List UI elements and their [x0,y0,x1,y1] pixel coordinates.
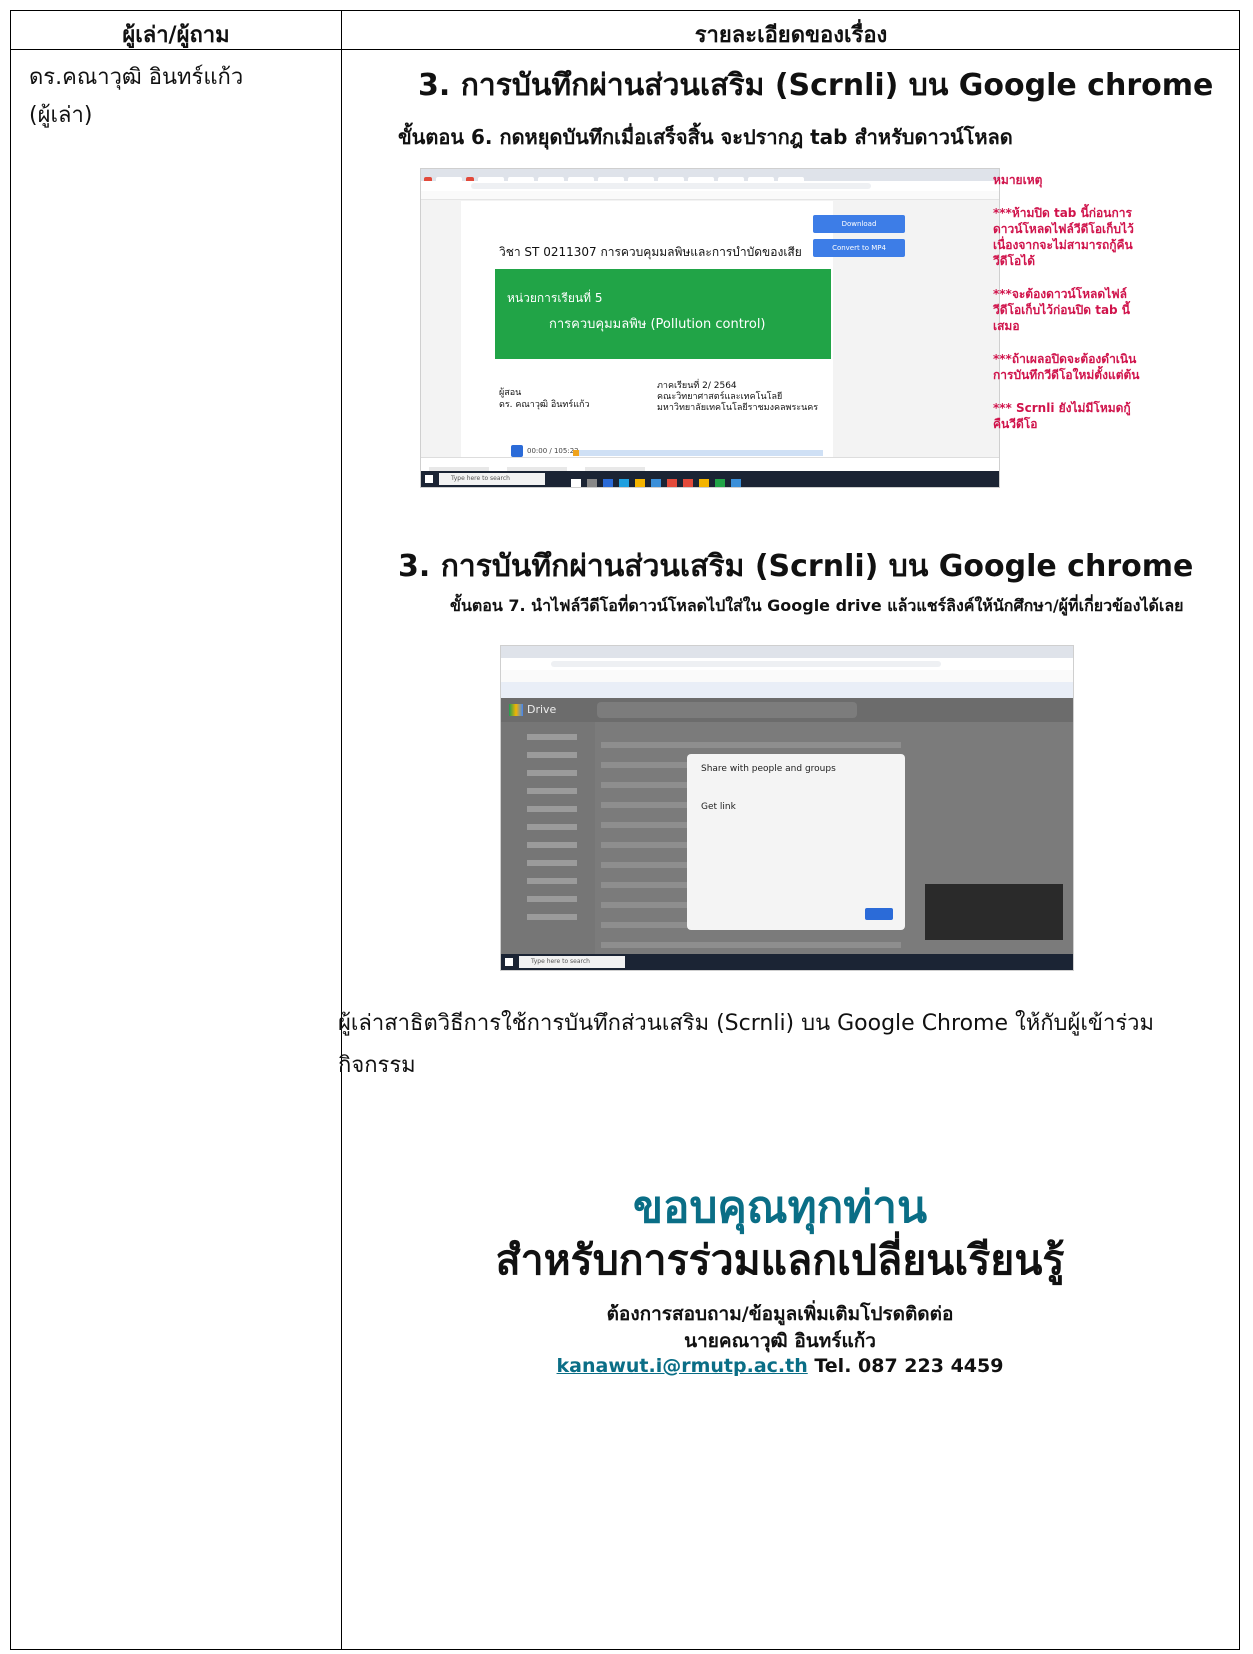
dialog-get-link: Get link [701,802,736,812]
drive-search [597,702,857,718]
download-button: Download [813,215,905,233]
uploads-panel [925,884,1063,940]
notes-title: หมายเหตุ [993,173,1043,187]
slide1-title: 3. การบันทึกผ่านส่วนเสริม (Scrnli) บน Go… [418,68,1214,103]
download-shelf [421,457,999,473]
slide2-title: 3. การบันทึกผ่านส่วนเสริม (Scrnli) บน Go… [398,549,1194,584]
play-icon [511,445,523,457]
windows-taskbar: Type here to search [421,471,999,487]
dialog-share-title: Share with people and groups [701,764,836,774]
screenshot-scrnli-download: วิชา ST 0211307 การควบคุมมลพิษและการบำบั… [420,168,1000,488]
video-player: 00:00 / 105:23 [495,445,831,457]
slide1-step: ขั้นตอน 6. กดหยุดบันทึกเมื่อเสร็จสิ้น จะ… [398,125,1013,149]
done-button [865,908,893,920]
screenshot-google-drive: Drive Share with people and groups Get l… [500,645,1074,971]
drive-logo: Drive [509,703,556,716]
share-dialog: Share with people and groups Get link [687,754,905,930]
drive-icon [509,704,523,716]
note-1: ***ห้ามปิด tab นี้ก่อนการดาวน์โหลดไฟล์วี… [993,206,1134,268]
ppt-unit-banner: หน่วยการเรียนที่ 5 การควบคุมมลพิษ (Pollu… [495,269,831,359]
ppt-unit-name: การควบคุมมลพิษ (Pollution control) [549,317,766,332]
header-details: รายละเอียดของเรื่อง [694,23,888,48]
narrator-cell: ดร.คณาวุฒิ อินทร์แก้ว (ผู้เล่า) [29,59,243,135]
thanks-subheading: สำหรับการร่วมแลกเปลี่ยนเรียนรู้ [495,1236,1065,1284]
note-2: ***จะต้องดาวน์โหลดไฟล์วีดีโอเก็บไว้ก่อนป… [993,287,1131,333]
contact-email-link[interactable]: kanawut.i@rmutp.ac.th [557,1355,808,1377]
taskbar-search: Type here to search [439,473,545,485]
taskbar-search: Type here to search [519,956,625,968]
windows-taskbar: Type here to search [501,954,1073,970]
story-description: ผู้เล่าสาธิตวิธีการใช้การบันทึกส่วนเสริม… [338,1011,1154,1078]
browser-tabs [421,169,999,184]
progress-track [573,450,823,456]
bookmarks-bar [501,670,1073,682]
progress-thumb [573,450,579,456]
taskbar-apps [571,474,747,487]
windows-start-icon [505,958,513,966]
slide2-step: ขั้นตอน 7. นำไฟล์วีดีโอที่ดาวน์โหลดไปใส่… [450,596,1184,615]
bookmarks-bar [421,191,999,200]
powerpoint-preview: วิชา ST 0211307 การควบคุมมลพิษและการบำบั… [461,201,833,457]
ppt-teacher: ผู้สอน ดร. คณาวุฒิ อินทร์แก้ว [499,387,590,411]
column-divider [341,11,342,1649]
ppt-teacher-label: ผู้สอน [499,388,522,398]
drive-header: Drive [501,698,1073,722]
info-bar [501,682,1073,698]
narrator-name: ดร.คณาวุฒิ อินทร์แก้ว [29,65,244,90]
contact-prompt: ต้องการสอบถาม/ข้อมูลเพิ่มเติมโปรดติดต่อ [606,1303,954,1325]
ppt-university: มหาวิทยาลัยเทคโนโลยีราชมงคลพระนคร [657,403,819,413]
contact-details: kanawut.i@rmutp.ac.th Tel. 087 223 4459 [340,1355,1220,1377]
notes-column: หมายเหตุ ***ห้ามปิด tab นี้ก่อนการดาวน์โ… [993,172,1143,449]
player-time: 00:00 / 105:23 [527,447,579,455]
browser-address-bar [501,658,1073,670]
browser-tabs [501,646,1073,658]
narrator-role: (ผู้เล่า) [29,103,93,128]
windows-start-icon [425,475,433,483]
note-3: ***ถ้าเผลอปิดจะต้องดำเนินการบันทึกวีดีโอ… [993,352,1140,382]
ppt-term-text: ภาคเรียนที่ 2/ 2564 [657,381,737,391]
convert-button: Convert to MP4 [813,239,905,257]
contact-name: นายคณาวุฒิ อินทร์แก้ว [684,1330,876,1352]
contact-phone: Tel. 087 223 4459 [814,1355,1004,1377]
ppt-term: ภาคเรียนที่ 2/ 2564 คณะวิทยาศาสตร์และเทค… [657,381,818,414]
drive-sidebar [501,722,595,954]
ppt-unit: หน่วยการเรียนที่ 5 [507,291,603,305]
drive-label: Drive [527,703,557,716]
ppt-teacher-name: ดร. คณาวุฒิ อินทร์แก้ว [499,400,590,410]
note-4: *** Scrnli ยังไม่มีโหมดกู้คืนวีดีโอ [993,401,1131,431]
ppt-faculty: คณะวิทยาศาสตร์และเทคโนโลยี [657,392,783,402]
ppt-course: วิชา ST 0211307 การควบคุมมลพิษและการบำบั… [499,245,802,259]
header-narrator: ผู้เล่า/ผู้ถาม [122,23,230,48]
